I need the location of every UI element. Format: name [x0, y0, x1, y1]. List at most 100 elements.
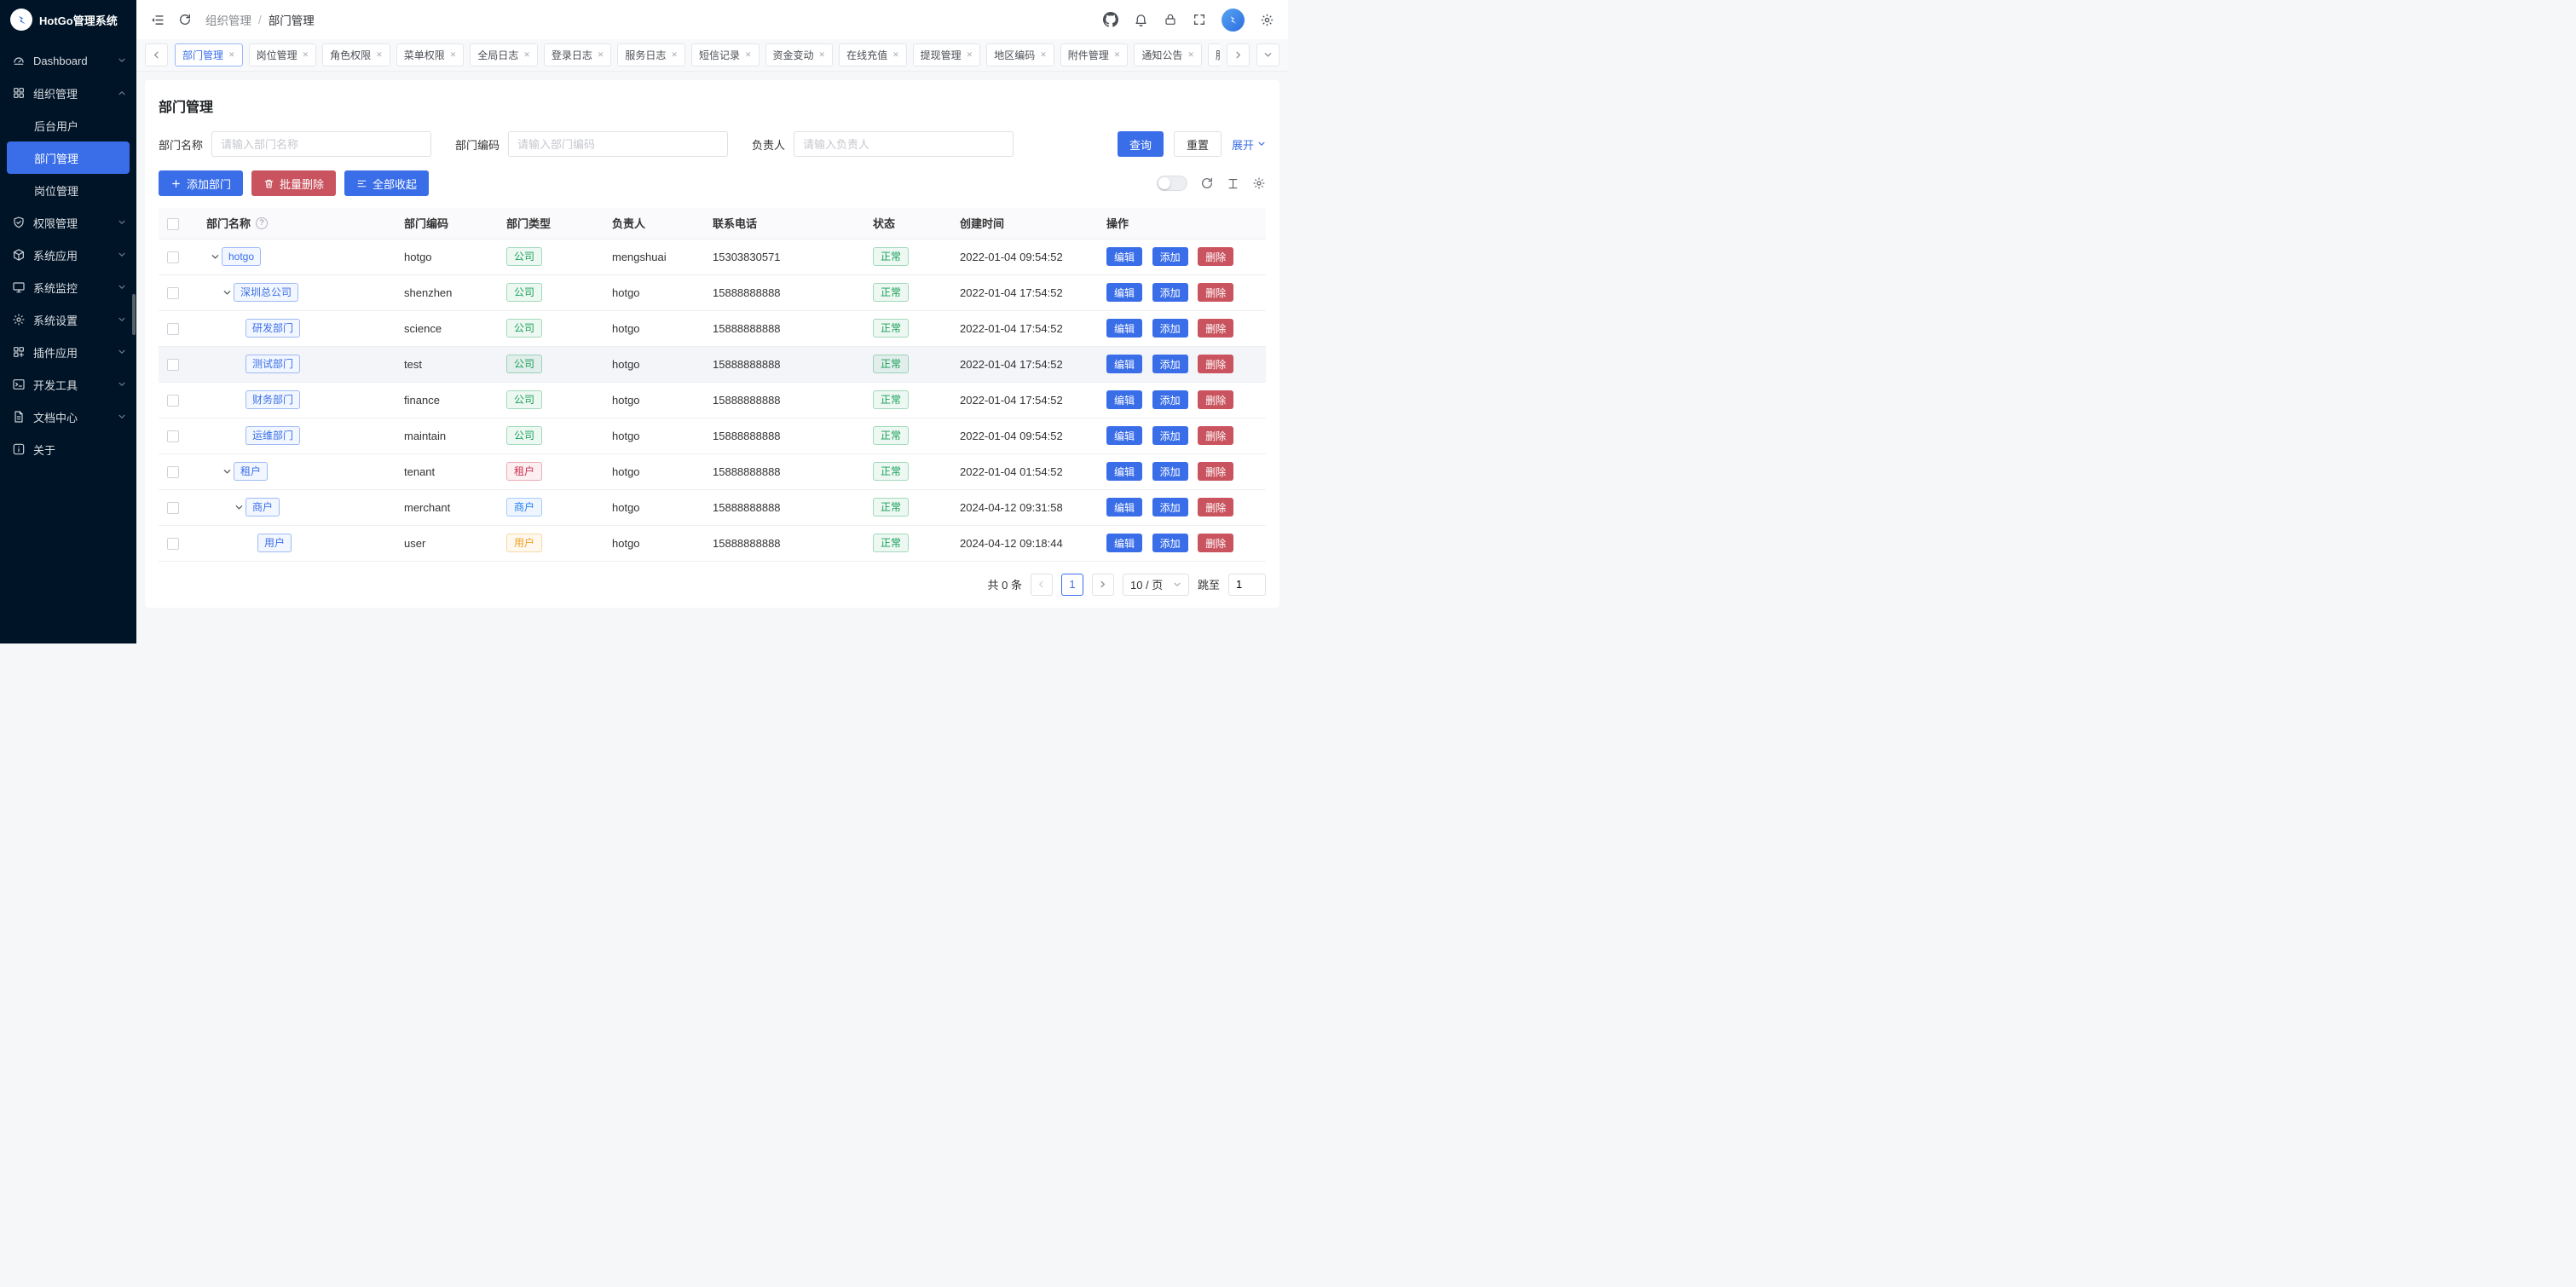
department-name-tag[interactable]: 租户: [234, 462, 268, 481]
department-name-tag[interactable]: hotgo: [222, 247, 261, 266]
row-checkbox[interactable]: [167, 287, 179, 299]
breadcrumb-item-current[interactable]: 部门管理: [269, 11, 315, 28]
sidebar-item-organization[interactable]: 组织管理: [0, 77, 136, 109]
tab[interactable]: 角色权限: [322, 43, 390, 66]
edit-button[interactable]: 编辑: [1106, 355, 1142, 373]
notification-bell-icon[interactable]: [1134, 13, 1148, 27]
tab[interactable]: 提现管理: [913, 43, 981, 66]
edit-button[interactable]: 编辑: [1106, 283, 1142, 302]
app-logo[interactable]: HotGo管理系统: [0, 0, 136, 39]
row-checkbox[interactable]: [167, 359, 179, 371]
page-size-select[interactable]: 10 / 页: [1123, 574, 1189, 596]
delete-button[interactable]: 删除: [1198, 498, 1233, 517]
close-icon[interactable]: [450, 50, 457, 60]
tabs-scroll-left-button[interactable]: [145, 43, 168, 66]
table-settings-gear-icon[interactable]: [1252, 176, 1266, 190]
tab[interactable]: 部门管理: [175, 43, 243, 66]
sidebar-item-department-manage[interactable]: 部门管理: [7, 141, 130, 174]
edit-button[interactable]: 编辑: [1106, 462, 1142, 481]
close-icon[interactable]: [892, 50, 899, 60]
search-button[interactable]: 查询: [1118, 131, 1164, 157]
delete-button[interactable]: 删除: [1198, 390, 1233, 409]
department-name-tag[interactable]: 运维部门: [245, 426, 300, 445]
sidebar-item-backend-users[interactable]: 后台用户: [0, 109, 136, 141]
delete-button[interactable]: 删除: [1198, 283, 1233, 302]
department-name-tag[interactable]: 深圳总公司: [234, 283, 298, 302]
dept-code-input[interactable]: [508, 131, 728, 157]
help-icon[interactable]: [256, 217, 268, 229]
sidebar-item-dashboard[interactable]: Dashboard: [0, 44, 136, 77]
row-checkbox[interactable]: [167, 502, 179, 514]
row-checkbox[interactable]: [167, 251, 179, 263]
row-checkbox[interactable]: [167, 466, 179, 478]
leader-input[interactable]: [794, 131, 1014, 157]
tab[interactable]: 资金变动: [765, 43, 834, 66]
collapse-all-button[interactable]: 全部收起: [344, 170, 429, 196]
next-page-button[interactable]: [1092, 574, 1114, 596]
refresh-icon[interactable]: [178, 13, 192, 26]
delete-button[interactable]: 删除: [1198, 319, 1233, 338]
close-icon[interactable]: [671, 50, 678, 60]
batch-delete-button[interactable]: 批量删除: [251, 170, 336, 196]
add-button[interactable]: 添加: [1152, 498, 1188, 517]
close-icon[interactable]: [523, 50, 530, 60]
tab[interactable]: 附件管理: [1060, 43, 1129, 66]
reload-table-icon[interactable]: [1200, 176, 1214, 190]
close-icon[interactable]: [745, 50, 752, 60]
sidebar-item-plugins[interactable]: 插件应用: [0, 336, 136, 368]
delete-button[interactable]: 删除: [1198, 355, 1233, 373]
sidebar-item-system-monitor[interactable]: 系统监控: [0, 271, 136, 303]
edit-button[interactable]: 编辑: [1106, 426, 1142, 445]
department-name-tag[interactable]: 财务部门: [245, 390, 300, 409]
row-checkbox[interactable]: [167, 323, 179, 335]
add-button[interactable]: 添加: [1152, 462, 1188, 481]
sidebar-item-about[interactable]: 关于: [0, 433, 136, 465]
close-icon[interactable]: [1114, 50, 1121, 60]
dept-name-input[interactable]: [211, 131, 431, 157]
department-name-tag[interactable]: 测试部门: [245, 355, 300, 373]
tab[interactable]: 全局日志: [470, 43, 538, 66]
add-button[interactable]: 添加: [1152, 355, 1188, 373]
edit-button[interactable]: 编辑: [1106, 534, 1142, 552]
current-page-button[interactable]: 1: [1061, 574, 1083, 596]
edit-button[interactable]: 编辑: [1106, 390, 1142, 409]
expand-chevron-down-icon[interactable]: [208, 252, 222, 262]
add-button[interactable]: 添加: [1152, 390, 1188, 409]
tab[interactable]: 岗位管理: [249, 43, 317, 66]
delete-button[interactable]: 删除: [1198, 247, 1233, 266]
sidebar-item-permission[interactable]: 权限管理: [0, 206, 136, 239]
close-icon[interactable]: [819, 50, 826, 60]
breadcrumb-item[interactable]: 组织管理: [205, 11, 251, 28]
expand-chevron-down-icon[interactable]: [220, 288, 234, 297]
tab[interactable]: 菜单权限: [396, 43, 465, 66]
settings-gear-icon[interactable]: [1260, 13, 1274, 27]
lock-screen-icon[interactable]: [1164, 13, 1177, 26]
delete-button[interactable]: 删除: [1198, 534, 1233, 552]
sidebar-item-position-manage[interactable]: 岗位管理: [0, 174, 136, 206]
close-icon[interactable]: [967, 50, 973, 60]
department-name-tag[interactable]: 用户: [257, 534, 292, 552]
select-all-checkbox[interactable]: [167, 218, 179, 230]
expand-chevron-down-icon[interactable]: [220, 467, 234, 476]
expand-filters-button[interactable]: 展开: [1232, 136, 1266, 153]
tab[interactable]: 服务日志: [617, 43, 685, 66]
github-icon[interactable]: [1103, 12, 1118, 27]
add-button[interactable]: 添加: [1152, 534, 1188, 552]
sidebar-item-docs[interactable]: 文档中心: [0, 401, 136, 433]
row-checkbox[interactable]: [167, 395, 179, 407]
add-button[interactable]: 添加: [1152, 247, 1188, 266]
department-name-tag[interactable]: 研发部门: [245, 319, 300, 338]
delete-button[interactable]: 删除: [1198, 426, 1233, 445]
sidebar-item-system-settings[interactable]: 系统设置: [0, 303, 136, 336]
tab[interactable]: 短信记录: [691, 43, 760, 66]
tab[interactable]: 在线充值: [839, 43, 907, 66]
user-avatar[interactable]: [1222, 9, 1245, 32]
add-button[interactable]: 添加: [1152, 319, 1188, 338]
tab[interactable]: 地区编码: [986, 43, 1054, 66]
tabs-scroll-right-button[interactable]: [1227, 43, 1250, 66]
row-checkbox[interactable]: [167, 430, 179, 442]
sidebar-item-devtools[interactable]: 开发工具: [0, 368, 136, 401]
add-button[interactable]: 添加: [1152, 426, 1188, 445]
close-icon[interactable]: [228, 50, 235, 60]
close-icon[interactable]: [1040, 50, 1047, 60]
